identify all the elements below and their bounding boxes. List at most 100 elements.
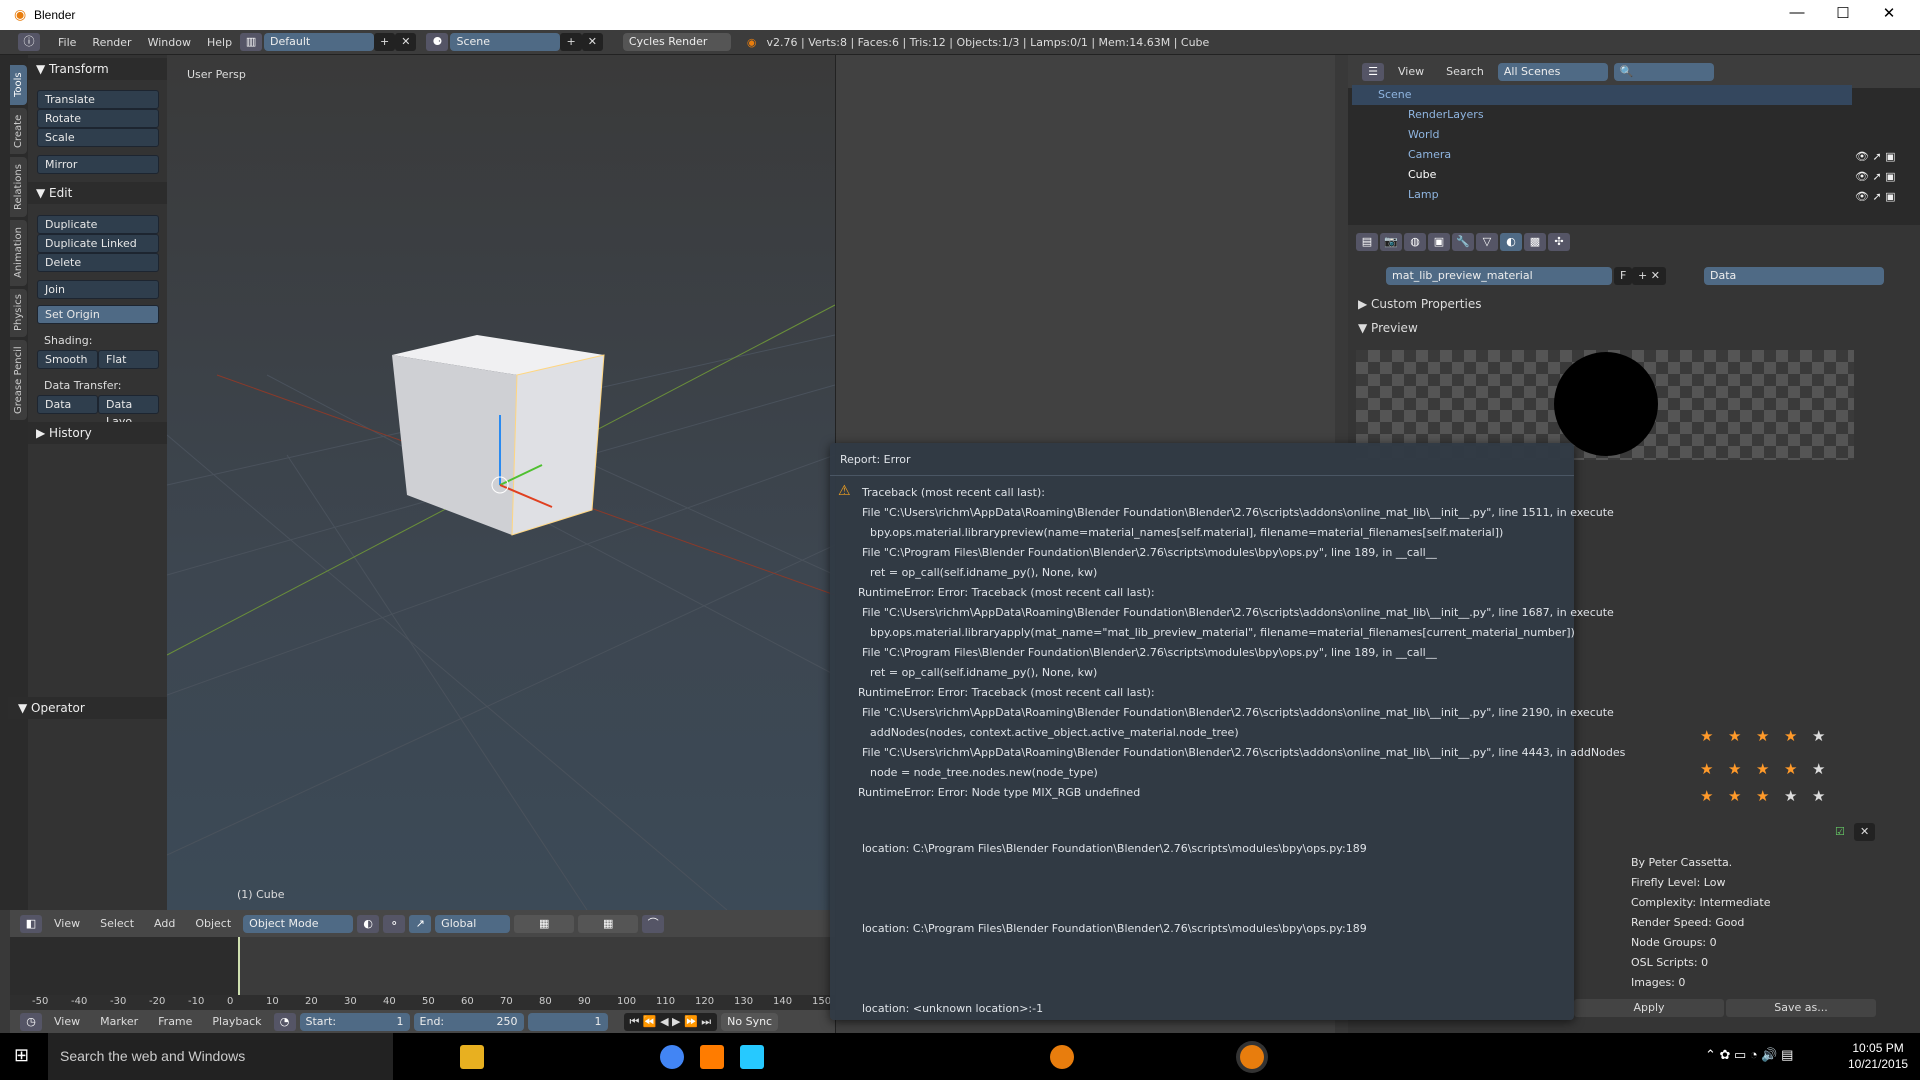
current-frame-field[interactable]: 1 xyxy=(527,1012,608,1031)
object-tab-icon[interactable]: ▣ xyxy=(1428,233,1450,251)
pivot-point-icon[interactable]: ⚬ xyxy=(383,914,406,933)
menu-playback[interactable]: Playback xyxy=(204,1015,269,1028)
panel-transform-header[interactable]: ▼ Transform xyxy=(28,58,167,80)
data-layout-button[interactable]: Data Layo xyxy=(98,395,159,428)
editor-type-timeline-icon[interactable]: ◷ xyxy=(20,1012,42,1031)
outliner-item-renderlayers[interactable]: RenderLayers xyxy=(1352,105,1852,125)
menu-object[interactable]: Object xyxy=(187,917,239,930)
layers-icon[interactable]: ▦ xyxy=(514,914,575,933)
mirror-button[interactable]: Mirror xyxy=(37,155,159,174)
tray-icons[interactable]: ⌃ ✿ ▭ ◔ 🔊 ▤ xyxy=(1705,1047,1793,1063)
render-engine-select[interactable]: Cycles Render xyxy=(622,33,731,51)
preview-header[interactable]: ▼ Preview xyxy=(1358,321,1418,335)
current-frame-marker[interactable] xyxy=(238,937,240,995)
translate-button[interactable]: Translate xyxy=(37,90,159,109)
file-explorer-icon[interactable] xyxy=(460,1045,484,1069)
scene-icon[interactable]: ⚈ xyxy=(426,33,449,51)
tab-create[interactable]: Create xyxy=(10,108,27,154)
chrome-icon[interactable] xyxy=(660,1045,684,1069)
duplicate-linked-button[interactable]: Duplicate Linked xyxy=(37,234,159,253)
orientation-select[interactable]: Global xyxy=(435,914,511,933)
snap-icon[interactable]: ⌒ xyxy=(642,914,665,933)
remove-layout-button[interactable]: ✕ xyxy=(395,33,417,51)
new-material-button[interactable]: + ✕ xyxy=(1632,267,1666,285)
start-button[interactable]: ⊞ xyxy=(14,1045,29,1066)
apply-button[interactable]: Apply xyxy=(1574,999,1724,1017)
texture-tab-icon[interactable]: ▩ xyxy=(1524,233,1546,251)
fake-user-button[interactable]: F xyxy=(1614,267,1633,285)
menu-window[interactable]: Window xyxy=(140,36,199,49)
playback-controls[interactable]: ⏮ ⏪ ◀ ▶ ⏩ ⏭ xyxy=(623,1012,718,1031)
restrict-toggles[interactable]: 👁 ➚ ▣ 👁 ➚ ▣ 👁 ➚ ▣ xyxy=(1855,147,1896,207)
outliner-item-world[interactable]: World xyxy=(1352,125,1852,145)
delete-button[interactable]: Delete xyxy=(37,253,159,272)
search-box[interactable]: Search the web and Windows xyxy=(48,1033,393,1080)
blender-taskbar-icon[interactable] xyxy=(1050,1045,1074,1069)
scene-field[interactable]: Scene xyxy=(450,33,561,51)
menu-select[interactable]: Select xyxy=(92,917,142,930)
join-button[interactable]: Join xyxy=(37,280,159,299)
3d-viewport[interactable]: User Persp (1) Cube xyxy=(167,55,835,910)
clock[interactable]: 10:05 PM 10/21/2015 xyxy=(1848,1040,1908,1072)
menu-add[interactable]: Add xyxy=(146,917,183,930)
menu-render[interactable]: Render xyxy=(84,36,139,49)
remove-scene-button[interactable]: ✕ xyxy=(581,33,603,51)
scale-button[interactable]: Scale xyxy=(37,128,159,147)
material-name-field[interactable]: mat_lib_preview_material xyxy=(1386,267,1612,285)
tab-animation[interactable]: Animation xyxy=(10,220,27,286)
illustrator-icon[interactable] xyxy=(700,1045,724,1069)
mode-select[interactable]: Object Mode xyxy=(243,914,354,933)
maximize-button[interactable]: ☐ xyxy=(1828,4,1858,26)
menu-marker[interactable]: Marker xyxy=(92,1015,146,1028)
outliner-item-camera[interactable]: Camera xyxy=(1352,145,1852,165)
menu-help[interactable]: Help xyxy=(199,36,240,49)
smooth-button[interactable]: Smooth xyxy=(37,350,98,369)
flat-button[interactable]: Flat xyxy=(98,350,159,369)
manipulator-icon[interactable]: ↗ xyxy=(409,914,432,933)
tab-physics[interactable]: Physics xyxy=(10,289,27,337)
menu-view[interactable]: View xyxy=(46,917,88,930)
minimize-button[interactable]: — xyxy=(1782,4,1812,26)
add-scene-button[interactable]: + xyxy=(560,33,582,51)
outliner-item-cube[interactable]: Cube xyxy=(1352,165,1852,185)
display-mode-select[interactable]: All Scenes xyxy=(1497,62,1608,81)
link-select[interactable]: Data xyxy=(1704,267,1884,285)
data-tab-icon[interactable]: ▽ xyxy=(1476,233,1498,251)
sync-select[interactable]: No Sync xyxy=(721,1012,779,1031)
render-tab-icon[interactable]: 📷 xyxy=(1380,233,1402,251)
particles-tab-icon[interactable]: ✣ xyxy=(1548,233,1570,251)
data-button[interactable]: Data xyxy=(37,395,98,414)
save-as-button[interactable]: Save as... xyxy=(1726,999,1876,1017)
outliner-item-lamp[interactable]: Lamp xyxy=(1352,185,1852,205)
world-tab-icon[interactable]: ◍ xyxy=(1404,233,1426,251)
layers-2-icon[interactable]: ▦ xyxy=(578,914,639,933)
viewport-shading-icon[interactable]: ◐ xyxy=(357,914,380,933)
photoshop-icon[interactable] xyxy=(740,1045,764,1069)
frame-ruler[interactable]: -50 -40 -30 -20 -10 0 10 20 30 40 50 60 70 80 90 100 110… xyxy=(10,995,835,1010)
menu-view[interactable]: View xyxy=(1390,65,1432,78)
tab-relations[interactable]: Relations xyxy=(10,157,27,217)
blender-active-taskbar-icon[interactable] xyxy=(1240,1045,1264,1069)
editor-type-outliner-icon[interactable]: ☰ xyxy=(1362,62,1384,81)
menu-file[interactable]: File xyxy=(50,36,84,49)
editor-type-properties-icon[interactable]: ▤ xyxy=(1356,233,1378,251)
editor-type-info-icon[interactable]: ⓘ xyxy=(18,33,40,51)
add-layout-button[interactable]: + xyxy=(374,33,396,51)
outliner-item-scene[interactable]: Scene xyxy=(1352,85,1852,105)
duplicate-button[interactable]: Duplicate xyxy=(37,215,159,234)
menu-view[interactable]: View xyxy=(46,1015,88,1028)
menu-frame[interactable]: Frame xyxy=(150,1015,200,1028)
checklist-icon[interactable]: ☑ xyxy=(1835,825,1845,838)
outliner-search-input[interactable]: 🔍 xyxy=(1613,62,1714,81)
menu-search[interactable]: Search xyxy=(1438,65,1492,78)
start-frame-field[interactable]: Start: 1 xyxy=(299,1012,410,1031)
material-tab-icon[interactable]: ◐ xyxy=(1500,233,1522,251)
panel-edit-header[interactable]: ▼ Edit xyxy=(28,182,167,204)
rotate-button[interactable]: Rotate xyxy=(37,109,159,128)
panel-operator-header[interactable]: ▼ Operator xyxy=(8,697,167,719)
layout-field[interactable]: Default xyxy=(264,33,375,51)
timeline[interactable]: -50 -40 -30 -20 -10 0 10 20 30 40 50 60 70 80 90 100 110… xyxy=(10,937,835,1010)
tab-grease-pencil[interactable]: Grease Pencil xyxy=(10,340,27,420)
keying-icon[interactable]: ◔ xyxy=(273,1012,296,1031)
tab-tools[interactable]: Tools xyxy=(10,65,27,105)
